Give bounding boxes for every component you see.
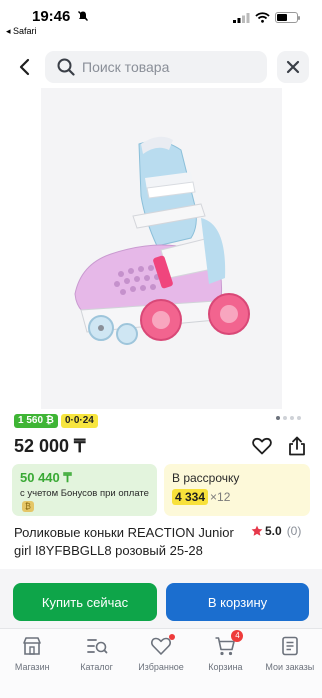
status-bar: 19:46 ◂ Safari (0, 0, 322, 40)
product-title: Роликовые коньки REACTION Junior girl I8… (14, 525, 234, 558)
favorite-button[interactable] (252, 437, 272, 460)
product-image[interactable] (41, 88, 282, 409)
installment-title: В рассрочку (172, 471, 240, 485)
chevron-left-icon (19, 58, 30, 76)
tab-label: Корзина (208, 662, 243, 672)
bottom-tab-bar: Магазин Каталог Избранное 4 Корзина Мои … (0, 628, 322, 698)
product-price: 52 000 ₸ (14, 436, 86, 456)
buy-now-button[interactable]: Купить сейчас (13, 583, 157, 621)
tab-label: Избранное (138, 662, 184, 672)
add-to-cart-button[interactable]: В корзину (166, 583, 309, 621)
rating-value: 5.0 (265, 524, 282, 538)
installment-multiplier: ×12 (210, 490, 231, 504)
bonus-coin-icon: ₿ (22, 500, 34, 512)
installment-card[interactable]: В рассрочку 4 334 ×12 (164, 464, 310, 516)
tab-shop[interactable]: Магазин (0, 629, 64, 698)
reviews-count: (0) (286, 524, 302, 538)
share-icon (289, 436, 305, 456)
share-button[interactable] (288, 436, 306, 461)
installment-badge: 0·0·24 (60, 414, 98, 428)
close-button[interactable] (277, 51, 309, 83)
bonus-description: с учетом Бонусов при оплате₿ (20, 488, 149, 512)
tab-catalog[interactable]: Каталог (64, 629, 128, 698)
signal-icon (233, 13, 250, 23)
battery-icon (275, 12, 300, 23)
promo-badges: 1 560 ₿ 0·0·24 (14, 414, 98, 428)
gallery-dots[interactable] (276, 416, 301, 420)
muted-bell-icon (78, 11, 88, 21)
back-button[interactable] (10, 53, 38, 81)
search-input[interactable] (82, 51, 257, 83)
tab-favorites[interactable]: Избранное (129, 629, 193, 698)
search-icon (57, 58, 75, 76)
bonus-card[interactable]: 50 440 ₸ с учетом Бонусов при оплате₿ (12, 464, 157, 516)
bonus-badge: 1 560 ₿ (14, 414, 58, 428)
star-icon (251, 525, 263, 536)
product-rating[interactable]: 5.0 (0) (251, 524, 301, 538)
roller-skate-image (41, 88, 282, 409)
favorites-dot-badge (169, 634, 176, 640)
tab-label: Магазин (14, 662, 50, 672)
shop-icon (23, 637, 42, 655)
tab-orders[interactable]: Мои заказы (258, 629, 322, 698)
purchase-bar: Купить сейчас В корзину (0, 569, 322, 629)
close-icon (286, 60, 300, 74)
tab-label: Каталог (80, 662, 113, 672)
back-to-app-link[interactable]: ◂ Safari (6, 26, 37, 37)
wifi-icon (255, 12, 270, 23)
heart-icon (252, 437, 272, 455)
orders-icon (282, 636, 298, 656)
catalog-icon (86, 639, 108, 654)
installment-amount: 4 334 (172, 489, 209, 505)
cart-count-badge: 4 (231, 630, 244, 642)
status-time: 19:46 (32, 8, 71, 25)
bonus-price: 50 440 ₸ (20, 470, 72, 485)
search-header (0, 44, 322, 90)
tab-label: Мои заказы (265, 662, 315, 672)
search-box[interactable] (45, 51, 267, 83)
tab-cart[interactable]: 4 Корзина (193, 629, 257, 698)
